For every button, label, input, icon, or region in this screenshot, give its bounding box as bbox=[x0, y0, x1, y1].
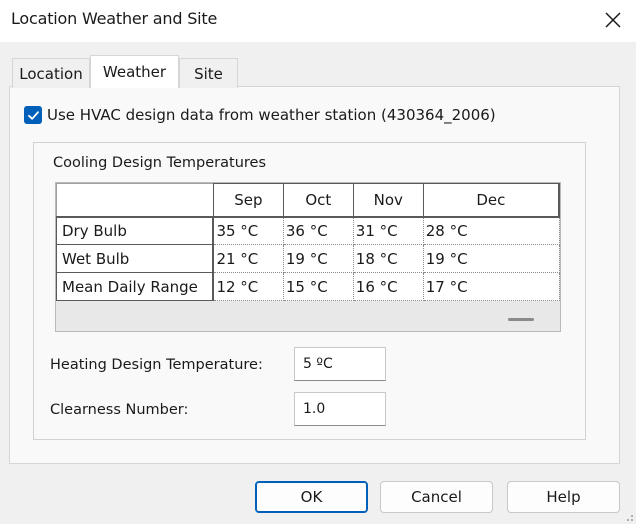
cooling-group-title: Cooling Design Temperatures bbox=[53, 155, 267, 171]
tab-site[interactable]: Site bbox=[179, 58, 238, 88]
table-cell[interactable]: 31 °C bbox=[352, 216, 424, 245]
ok-button-label: OK bbox=[300, 488, 323, 506]
ok-button[interactable]: OK bbox=[255, 481, 368, 513]
resize-grip-icon[interactable] bbox=[624, 512, 634, 522]
row-header-wet-bulb[interactable]: Wet Bulb bbox=[56, 244, 215, 273]
tab-weather[interactable]: Weather bbox=[90, 55, 179, 88]
help-button[interactable]: Help bbox=[507, 481, 620, 513]
use-hvac-label: Use HVAC design data from weather statio… bbox=[47, 106, 496, 124]
tab-label: Location bbox=[19, 64, 83, 83]
tab-label: Site bbox=[194, 64, 223, 83]
column-header-nov[interactable]: Nov bbox=[352, 183, 424, 218]
column-header-dec[interactable]: Dec bbox=[422, 183, 560, 218]
clearness-number-value: 1.0 bbox=[303, 401, 326, 417]
window-title: Location Weather and Site bbox=[11, 9, 218, 28]
table-cell[interactable]: 15 °C bbox=[282, 272, 354, 301]
table-cell[interactable]: 35 °C bbox=[212, 216, 284, 245]
cooling-table: Sep Oct Nov Dec Dry Bulb 35 °C 36 °C 31 … bbox=[56, 183, 560, 301]
table-row: Dry Bulb 35 °C 36 °C 31 °C 28 °C bbox=[56, 216, 560, 245]
cooling-temperature-grid[interactable]: Sep Oct Nov Dec Dry Bulb 35 °C 36 °C 31 … bbox=[55, 182, 561, 332]
help-button-label: Help bbox=[546, 488, 581, 506]
heating-design-temperature-label: Heating Design Temperature: bbox=[50, 357, 263, 373]
clearness-number-label: Clearness Number: bbox=[50, 402, 189, 418]
row-header-mean-daily-range[interactable]: Mean Daily Range bbox=[56, 272, 215, 301]
horizontal-scrollbar-thumb[interactable] bbox=[508, 318, 534, 321]
close-icon bbox=[605, 12, 621, 28]
table-cell[interactable]: 19 °C bbox=[282, 244, 354, 273]
cancel-button[interactable]: Cancel bbox=[380, 481, 493, 513]
table-cell[interactable]: 17 °C bbox=[422, 272, 560, 301]
table-cell[interactable]: 19 °C bbox=[422, 244, 560, 273]
table-cell[interactable]: 28 °C bbox=[422, 216, 560, 245]
tab-location[interactable]: Location bbox=[12, 58, 90, 88]
heating-design-temperature-field[interactable]: 5 ºC bbox=[294, 347, 386, 381]
corner-cell bbox=[56, 183, 214, 218]
table-cell[interactable]: 16 °C bbox=[352, 272, 424, 301]
clearness-number-field[interactable]: 1.0 bbox=[294, 392, 386, 426]
table-cell[interactable]: 12 °C bbox=[212, 272, 284, 301]
table-cell[interactable]: 36 °C bbox=[282, 216, 354, 245]
tab-label: Weather bbox=[102, 63, 167, 81]
table-cell[interactable]: 21 °C bbox=[212, 244, 284, 273]
use-hvac-checkbox[interactable] bbox=[24, 106, 42, 124]
title-bar: Location Weather and Site bbox=[0, 0, 636, 42]
cancel-button-label: Cancel bbox=[411, 488, 462, 506]
table-cell[interactable]: 18 °C bbox=[352, 244, 424, 273]
table-header-row: Sep Oct Nov Dec bbox=[56, 183, 560, 218]
close-button[interactable] bbox=[590, 0, 636, 40]
table-row: Mean Daily Range 12 °C 15 °C 16 °C 17 °C bbox=[56, 272, 560, 301]
column-header-sep[interactable]: Sep bbox=[212, 183, 284, 218]
heating-design-temperature-value: 5 ºC bbox=[303, 356, 333, 372]
checkmark-icon bbox=[27, 110, 39, 120]
row-header-dry-bulb[interactable]: Dry Bulb bbox=[56, 216, 215, 245]
use-hvac-checkbox-row[interactable]: Use HVAC design data from weather statio… bbox=[24, 106, 496, 124]
table-row: Wet Bulb 21 °C 19 °C 18 °C 19 °C bbox=[56, 244, 560, 273]
column-header-oct[interactable]: Oct bbox=[282, 183, 354, 218]
